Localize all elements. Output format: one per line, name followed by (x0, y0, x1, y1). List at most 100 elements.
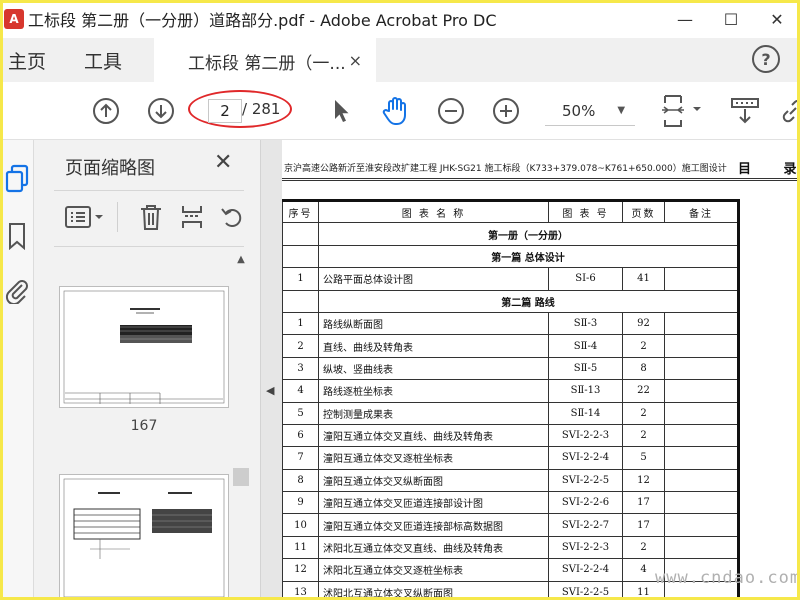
drawing-name: 潼阳互通立体交叉纵断面图 (318, 468, 549, 493)
row-number: 9 (282, 491, 319, 515)
thumbnail-drawing-preview (61, 476, 227, 598)
row-number: 10 (282, 513, 319, 537)
document-tab-label: 工标段 第二册（一... (188, 53, 346, 74)
table-row: 10 潼阳互通立体交叉匝道连接部标高数据图 SVI-2-2-7 17 (282, 513, 739, 537)
table-row: 8 潼阳互通立体交叉纵断面图 SVI-2-2-5 12 (282, 468, 739, 493)
drawing-name: 公路平面总体设计图 (318, 267, 549, 291)
row-number: 6 (282, 423, 319, 448)
drawing-name: 沭阳北互通立体交叉纵断面图 (318, 580, 549, 600)
drawing-name: 纵坡、竖曲线表 (318, 356, 549, 381)
title-bar: A 工标段 第二册（一分册）道路部分.pdf - Adobe Acrobat P… (0, 0, 800, 38)
drawing-code: SⅡ-5 (548, 356, 623, 381)
zoom-value: 50% (562, 101, 596, 120)
maximize-button[interactable]: ☐ (708, 0, 754, 38)
table-header-row: 序号 图 表 名 称 图 表 号 页数 备注 (282, 199, 739, 224)
attachments-panel-button[interactable] (4, 276, 30, 306)
column-header: 备注 (664, 199, 739, 224)
drawing-name: 潼阳互通立体交叉匝道连接部标高数据图 (318, 513, 549, 537)
drawing-name: 潼阳互通立体交叉匝道连接部设计图 (318, 491, 549, 515)
drawing-code: SVI-2-2-6 (548, 491, 623, 515)
drawing-code: SⅡ-4 (548, 334, 623, 358)
drawing-code: SVI-2-2-3 (548, 423, 623, 448)
keyboard-download-icon (731, 98, 759, 124)
header-rule (282, 178, 800, 179)
drawing-code: SⅡ-14 (548, 401, 623, 425)
table-row: 2 直线、曲线及转角表 SⅡ-4 2 (282, 334, 739, 358)
drawing-code: SⅡ-13 (548, 379, 623, 403)
rotate-page-button[interactable] (220, 202, 244, 232)
tab-tools[interactable]: 工具 (62, 38, 154, 82)
drawing-code: SⅠ-6 (548, 267, 623, 291)
page-count: 2 (622, 334, 665, 358)
drawing-name: 沭阳北互通立体交叉逐桩坐标表 (318, 558, 549, 582)
fit-page-icon (662, 95, 701, 127)
volume-heading-row: 第一册（一分册） (282, 222, 739, 246)
close-tab-button[interactable]: × (349, 51, 362, 70)
zoom-in-button[interactable] (491, 96, 521, 126)
section-heading-row: 第二篇 路线 (282, 289, 739, 313)
insert-page-icon (182, 206, 202, 228)
page-count: 17 (622, 513, 665, 537)
scroll-up-arrow-icon[interactable]: ▲ (232, 254, 250, 270)
page-count: 2 (622, 535, 665, 560)
zoom-out-button[interactable] (436, 96, 466, 126)
tab-document[interactable]: 工标段 第二册（一... × (154, 38, 377, 82)
drawing-code: SVI-2-2-4 (548, 558, 623, 582)
bookmarks-panel-button[interactable] (4, 222, 30, 251)
tab-home[interactable]: 主页 (0, 38, 62, 82)
page-number-input[interactable]: 2 (208, 99, 242, 123)
help-button[interactable]: ? (752, 45, 780, 73)
table-row: 4 路线逐桩坐标表 SⅡ-13 22 (282, 379, 739, 403)
delete-page-button[interactable] (138, 202, 164, 232)
bookmark-icon (9, 223, 25, 251)
table-cell (282, 222, 319, 246)
remark (664, 535, 739, 560)
remark (664, 491, 739, 515)
minimize-button[interactable]: — (662, 0, 708, 38)
tab-bar: 主页 工具 工标段 第二册（一... × ? (0, 38, 800, 82)
trash-icon (141, 205, 161, 230)
table-row: 11 沭阳北互通立体交叉直线、曲线及转角表 SVI-2-2-3 2 (282, 535, 739, 560)
header-rule (282, 180, 800, 181)
rotate-icon (221, 208, 242, 227)
next-page-button[interactable] (146, 96, 176, 126)
drawing-name: 沭阳北互通立体交叉直线、曲线及转角表 (318, 535, 549, 560)
insert-page-button[interactable] (179, 202, 205, 232)
row-number: 12 (282, 558, 319, 582)
thumbnails-panel-title: 页面缩略图 (65, 158, 155, 179)
page-thumbnail[interactable] (59, 474, 229, 600)
fit-page-button[interactable] (658, 95, 704, 127)
scrollbar-thumb[interactable] (233, 468, 249, 486)
link-tool-button[interactable] (778, 96, 800, 126)
table-row: 1 公路平面总体设计图 SⅠ-6 41 (282, 267, 739, 291)
thumbnails-scrollbar[interactable]: ▲ (232, 252, 250, 600)
row-number: 7 (282, 446, 319, 470)
row-number: 8 (282, 468, 319, 493)
close-panel-button[interactable]: ✕ (214, 150, 232, 175)
row-number: 5 (282, 401, 319, 425)
previous-page-button[interactable] (91, 96, 121, 126)
select-tool-button[interactable] (326, 96, 356, 126)
close-window-button[interactable]: ✕ (754, 0, 800, 38)
remark (664, 356, 739, 381)
panel-collapse-handle[interactable]: ◀ (260, 140, 282, 600)
remark (664, 267, 739, 291)
scroll-mode-button[interactable] (730, 96, 760, 126)
table-cell (282, 289, 319, 313)
table-row: 5 控制测量成果表 SⅡ-14 2 (282, 401, 739, 425)
page-count: 17 (622, 491, 665, 515)
arrow-up-circle-icon (93, 98, 119, 124)
remark (664, 423, 739, 448)
table-row: 7 潼阳互通立体交叉逐桩坐标表 SVI-2-2-4 5 (282, 446, 739, 470)
contents-title: 目 录 (738, 162, 797, 177)
thumbnail-options-button[interactable] (64, 202, 108, 232)
page-thumbnail[interactable] (59, 286, 229, 408)
page-total: / 281 (242, 100, 281, 118)
hand-tool-button[interactable] (381, 96, 411, 126)
drawing-code: SⅡ-3 (548, 311, 623, 336)
column-header: 图 表 名 称 (318, 199, 549, 224)
zoom-level-select[interactable]: 50% ▼ (545, 96, 635, 126)
page-thumbnails-panel-button[interactable] (4, 164, 30, 193)
site-watermark: www.cndao.com (655, 568, 800, 588)
cursor-arrow-icon (335, 100, 349, 122)
